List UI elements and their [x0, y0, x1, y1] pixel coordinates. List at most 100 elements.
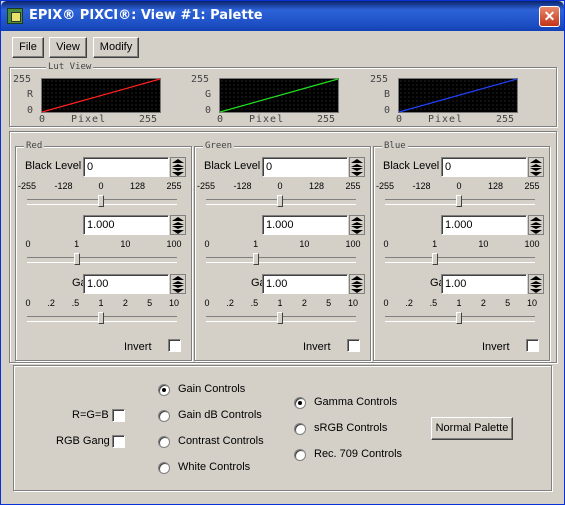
spin-arrow-icon[interactable]: [351, 159, 363, 163]
green-gamma-tick-label: .2: [226, 298, 234, 308]
menu-view-button[interactable]: View: [49, 37, 87, 58]
spin-arrow-icon[interactable]: [530, 172, 542, 176]
red-gain-slider-track[interactable]: [27, 257, 177, 263]
control-mode-radio[interactable]: [158, 462, 170, 474]
spin-arrow-icon[interactable]: [351, 222, 363, 225]
spin-arrow-icon[interactable]: [530, 289, 542, 293]
lut-curve-svg: [398, 78, 518, 113]
spin-arrow-icon[interactable]: [172, 276, 184, 280]
spin-arrow-icon[interactable]: [351, 289, 363, 293]
spin-arrow-icon[interactable]: [351, 226, 363, 229]
blue-black-level-tick-label: 0: [456, 181, 462, 191]
green-black-level-spinner[interactable]: [349, 157, 365, 177]
spin-arrow-icon[interactable]: [351, 172, 363, 176]
spin-arrow-icon[interactable]: [351, 230, 363, 234]
blue-gamma-spinner[interactable]: [528, 274, 544, 294]
blue-black-level-tick-label: -128: [412, 181, 431, 191]
rgb-gang-checkbox[interactable]: [112, 435, 125, 448]
spin-arrow-icon[interactable]: [172, 289, 184, 293]
red-gain-spinner[interactable]: [170, 215, 186, 235]
gamma-mode-radio[interactable]: [294, 449, 306, 461]
green-gamma-spinner[interactable]: [349, 274, 365, 294]
red-gamma-tick-label: .2: [47, 298, 55, 308]
blue-gamma-slider-thumb[interactable]: [456, 312, 462, 324]
gamma-mode-radio[interactable]: [294, 423, 306, 435]
spin-arrow-icon[interactable]: [530, 222, 542, 225]
blue-gain-spinner[interactable]: [528, 215, 544, 235]
blue-black-level-input[interactable]: 0: [441, 157, 527, 177]
spin-arrow-icon[interactable]: [172, 164, 184, 167]
menu-file-button[interactable]: File: [12, 37, 44, 58]
green-gain-slider-thumb[interactable]: [252, 253, 259, 265]
blue-gain-input[interactable]: 1.000: [441, 215, 527, 235]
blue-gamma-input[interactable]: 1.00: [441, 274, 527, 294]
red-black-level-slider-thumb[interactable]: [98, 195, 104, 207]
red-gain-slider-thumb[interactable]: [73, 253, 80, 265]
spin-arrow-icon[interactable]: [530, 276, 542, 280]
spin-arrow-icon[interactable]: [351, 276, 363, 280]
spin-arrow-icon[interactable]: [172, 217, 184, 221]
menu-modify-button[interactable]: Modify: [93, 37, 139, 58]
spin-arrow-icon[interactable]: [172, 172, 184, 176]
green-gamma-input[interactable]: 1.00: [262, 274, 348, 294]
title-bar[interactable]: EPIX® PIXCI®: View #1: Palette ✕: [1, 1, 564, 31]
blue-gamma-tick-label: 10: [527, 298, 538, 308]
spin-arrow-icon[interactable]: [530, 217, 542, 221]
green-gamma-tick-label: 0: [204, 298, 210, 308]
spin-arrow-icon[interactable]: [530, 159, 542, 163]
red-black-level-tick-label: 0: [98, 181, 104, 191]
green-black-level-tick-label: 0: [277, 181, 283, 191]
spin-arrow-icon[interactable]: [530, 230, 542, 234]
green-black-level-slider-thumb[interactable]: [277, 195, 283, 207]
control-mode-radio[interactable]: [158, 410, 170, 422]
control-mode-radio[interactable]: [158, 384, 170, 396]
spin-arrow-icon[interactable]: [530, 168, 542, 171]
blue-black-level-spinner[interactable]: [528, 157, 544, 177]
spin-arrow-icon[interactable]: [351, 217, 363, 221]
green-gamma-slider-thumb[interactable]: [277, 312, 283, 324]
normal-palette-button[interactable]: Normal Palette: [431, 417, 513, 440]
red-gamma-slider-thumb[interactable]: [98, 312, 104, 324]
spin-arrow-icon[interactable]: [351, 168, 363, 171]
blue-invert-checkbox[interactable]: [526, 339, 539, 352]
red-black-level-spinner[interactable]: [170, 157, 186, 177]
red-channel-legend: Red: [24, 141, 45, 151]
spin-arrow-icon[interactable]: [530, 281, 542, 284]
red-gamma-spinner[interactable]: [170, 274, 186, 294]
blue-black-level-slider-thumb[interactable]: [456, 195, 462, 207]
red-gamma-input[interactable]: 1.00: [83, 274, 169, 294]
green-black-level-input[interactable]: 0: [262, 157, 348, 177]
spin-arrow-icon[interactable]: [172, 230, 184, 234]
spin-arrow-icon[interactable]: [530, 226, 542, 229]
green-gain-input[interactable]: 1.000: [262, 215, 348, 235]
spin-arrow-icon[interactable]: [351, 281, 363, 284]
spin-arrow-icon[interactable]: [172, 159, 184, 163]
green-gamma-tick-label: .5: [250, 298, 259, 308]
blue-gain-tick-label: 1: [432, 239, 438, 249]
spin-arrow-icon[interactable]: [351, 285, 363, 288]
spin-arrow-icon[interactable]: [172, 281, 184, 284]
spin-arrow-icon[interactable]: [172, 226, 184, 229]
blue-gain-slider-track[interactable]: [385, 257, 535, 263]
blue-black-level-label: Black Level: [383, 160, 440, 172]
red-gain-input[interactable]: 1.000: [83, 215, 169, 235]
red-invert-checkbox[interactable]: [168, 339, 181, 352]
spin-arrow-icon[interactable]: [530, 164, 542, 167]
rgb-equal-checkbox[interactable]: [112, 409, 125, 422]
spin-arrow-icon[interactable]: [172, 285, 184, 288]
green-invert-checkbox[interactable]: [347, 339, 360, 352]
spin-arrow-icon[interactable]: [172, 222, 184, 225]
red-gamma-tick-label: 2: [122, 298, 128, 308]
gamma-mode-radio[interactable]: [294, 397, 306, 409]
red-black-level-input[interactable]: 0: [83, 157, 169, 177]
spin-arrow-icon[interactable]: [351, 164, 363, 167]
blue-gain-slider-thumb[interactable]: [431, 253, 438, 265]
spin-arrow-icon[interactable]: [530, 285, 542, 288]
green-gain-slider-track[interactable]: [206, 257, 356, 263]
control-mode-radio[interactable]: [158, 436, 170, 448]
close-button[interactable]: ✕: [539, 6, 560, 27]
blue-channel-group: Blue: [373, 141, 550, 361]
green-gain-spinner[interactable]: [349, 215, 365, 235]
red-gain-tick-label: 10: [120, 239, 131, 249]
spin-arrow-icon[interactable]: [172, 168, 184, 171]
